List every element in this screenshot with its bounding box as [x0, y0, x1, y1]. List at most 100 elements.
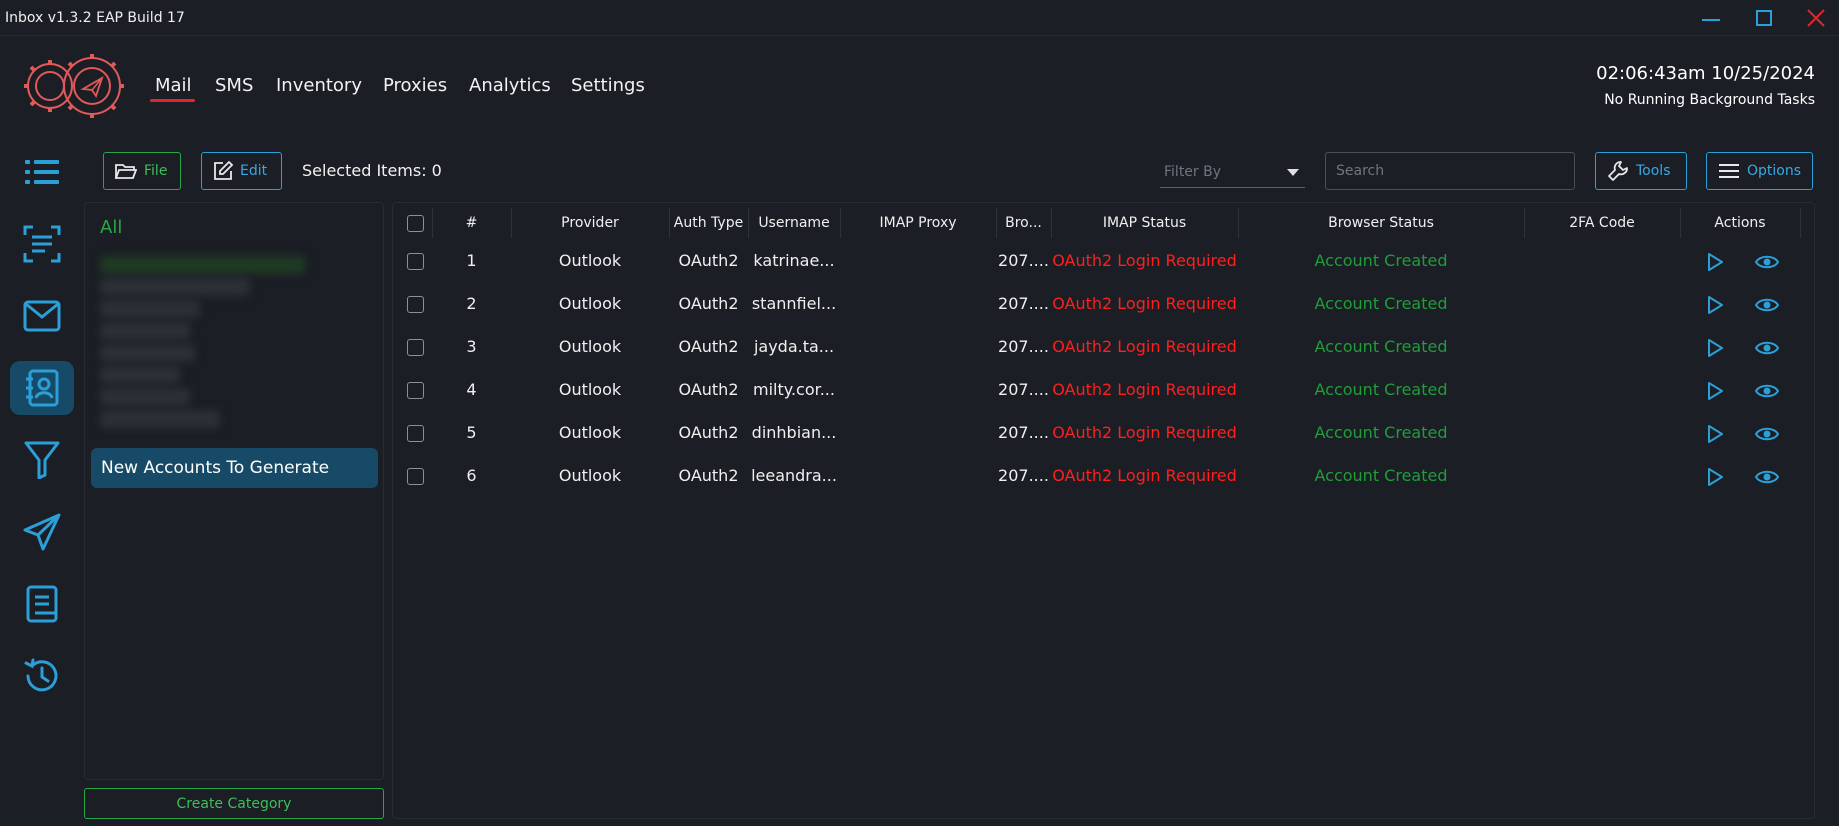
- row-checkbox[interactable]: [407, 468, 424, 485]
- row-checkbox[interactable]: [407, 296, 424, 313]
- view-button[interactable]: [1754, 249, 1780, 275]
- tools-button[interactable]: Tools: [1595, 152, 1687, 190]
- tab-sms[interactable]: SMS: [215, 75, 253, 96]
- book-icon: [26, 585, 58, 623]
- cell-number: 4: [466, 380, 477, 399]
- filter-by-select[interactable]: Filter By: [1160, 156, 1305, 188]
- list-icon: [25, 160, 59, 184]
- cell-browser-status: Account Created: [1314, 294, 1448, 313]
- tab-proxies[interactable]: Proxies: [383, 75, 447, 96]
- search-input[interactable]: [1325, 152, 1575, 190]
- cell-auth-type: OAuth2: [678, 251, 739, 270]
- eye-icon: [1754, 384, 1780, 398]
- cell-number: 2: [466, 294, 477, 313]
- header-number[interactable]: #: [432, 215, 511, 231]
- cell-provider: Outlook: [558, 294, 622, 313]
- close-icon: [1807, 9, 1825, 27]
- cell-username: stannfiel...: [751, 294, 837, 313]
- play-icon: [1708, 425, 1723, 443]
- cell-username: jayda.ta...: [753, 337, 835, 356]
- file-button[interactable]: File: [103, 152, 181, 190]
- cell-provider: Outlook: [558, 337, 622, 356]
- row-checkbox[interactable]: [407, 339, 424, 356]
- cell-provider: Outlook: [558, 380, 622, 399]
- rail-contacts-button[interactable]: [10, 361, 74, 415]
- cell-username: milty.cor...: [753, 380, 835, 399]
- minimize-button[interactable]: [1691, 4, 1731, 32]
- rail-send-button[interactable]: [10, 505, 74, 559]
- header-2fa-code[interactable]: 2FA Code: [1524, 215, 1680, 231]
- tab-analytics[interactable]: Analytics: [469, 75, 551, 96]
- minimize-icon: [1702, 19, 1720, 21]
- maximize-button[interactable]: [1744, 4, 1784, 32]
- category-new-accounts[interactable]: New Accounts To Generate: [91, 448, 378, 488]
- view-button[interactable]: [1754, 378, 1780, 404]
- mail-icon: [23, 300, 61, 332]
- edit-button-label: Edit: [240, 163, 268, 179]
- cell-imap-status: OAuth2 Login Required: [1052, 380, 1237, 399]
- rail-list-button[interactable]: [10, 145, 74, 199]
- rail-filter-button[interactable]: [10, 433, 74, 487]
- rail-history-button[interactable]: [10, 649, 74, 703]
- cell-number: 1: [466, 251, 477, 270]
- cell-browser: 207....: [998, 380, 1049, 399]
- view-button[interactable]: [1754, 421, 1780, 447]
- rail-mail-button[interactable]: [10, 289, 74, 343]
- header-browser[interactable]: Bro...: [996, 215, 1051, 231]
- filter-by-placeholder: Filter By: [1164, 164, 1222, 180]
- row-checkbox[interactable]: [407, 382, 424, 399]
- cell-browser: 207....: [998, 251, 1049, 270]
- cell-imap-status: OAuth2 Login Required: [1052, 423, 1237, 442]
- play-button[interactable]: [1702, 249, 1728, 275]
- view-button[interactable]: [1754, 464, 1780, 490]
- rail-book-button[interactable]: [10, 577, 74, 631]
- cell-imap-status: OAuth2 Login Required: [1052, 466, 1237, 485]
- play-button[interactable]: [1702, 378, 1728, 404]
- tab-settings[interactable]: Settings: [571, 75, 645, 96]
- blurred-category: [100, 388, 190, 406]
- row-checkbox[interactable]: [407, 425, 424, 442]
- header-provider[interactable]: Provider: [511, 215, 669, 231]
- eye-icon: [1754, 298, 1780, 312]
- row-checkbox[interactable]: [407, 253, 424, 270]
- edit-button[interactable]: Edit: [201, 152, 282, 190]
- tab-inventory[interactable]: Inventory: [276, 75, 362, 96]
- rail-scan-button[interactable]: [10, 217, 74, 271]
- header-actions[interactable]: Actions: [1680, 215, 1800, 231]
- tab-mail[interactable]: Mail: [155, 75, 192, 96]
- category-all[interactable]: All: [100, 217, 122, 238]
- close-button[interactable]: [1796, 4, 1836, 32]
- options-button[interactable]: Options: [1706, 152, 1813, 190]
- cell-browser: 207....: [998, 337, 1049, 356]
- header-imap-status[interactable]: IMAP Status: [1051, 215, 1238, 231]
- play-icon: [1708, 296, 1723, 314]
- blurred-category: [100, 344, 195, 362]
- header-imap-proxy[interactable]: IMAP Proxy: [840, 215, 996, 231]
- play-button[interactable]: [1702, 335, 1728, 361]
- cell-browser-status: Account Created: [1314, 423, 1448, 442]
- header-auth-type[interactable]: Auth Type: [669, 215, 748, 231]
- create-category-button[interactable]: Create Category: [84, 788, 384, 819]
- cell-auth-type: OAuth2: [678, 423, 739, 442]
- cell-browser: 207....: [998, 294, 1049, 313]
- header-browser-status[interactable]: Browser Status: [1238, 215, 1524, 231]
- cell-imap-status: OAuth2 Login Required: [1052, 294, 1237, 313]
- tools-button-label: Tools: [1636, 163, 1671, 179]
- play-button[interactable]: [1702, 421, 1728, 447]
- cell-browser-status: Account Created: [1314, 466, 1448, 485]
- folder-icon: [114, 164, 138, 179]
- play-button[interactable]: [1702, 292, 1728, 318]
- play-button[interactable]: [1702, 464, 1728, 490]
- play-icon: [1708, 253, 1723, 271]
- history-icon: [24, 658, 58, 692]
- filter-icon: [24, 441, 60, 479]
- blurred-category: [100, 300, 200, 318]
- view-button[interactable]: [1754, 292, 1780, 318]
- options-button-label: Options: [1747, 163, 1802, 179]
- hamburger-menu-icon: [1719, 164, 1739, 178]
- select-all-checkbox[interactable]: [407, 215, 424, 232]
- view-button[interactable]: [1754, 335, 1780, 361]
- app-logo: [22, 50, 128, 122]
- header-username[interactable]: Username: [748, 215, 840, 231]
- edit-icon: [214, 160, 234, 180]
